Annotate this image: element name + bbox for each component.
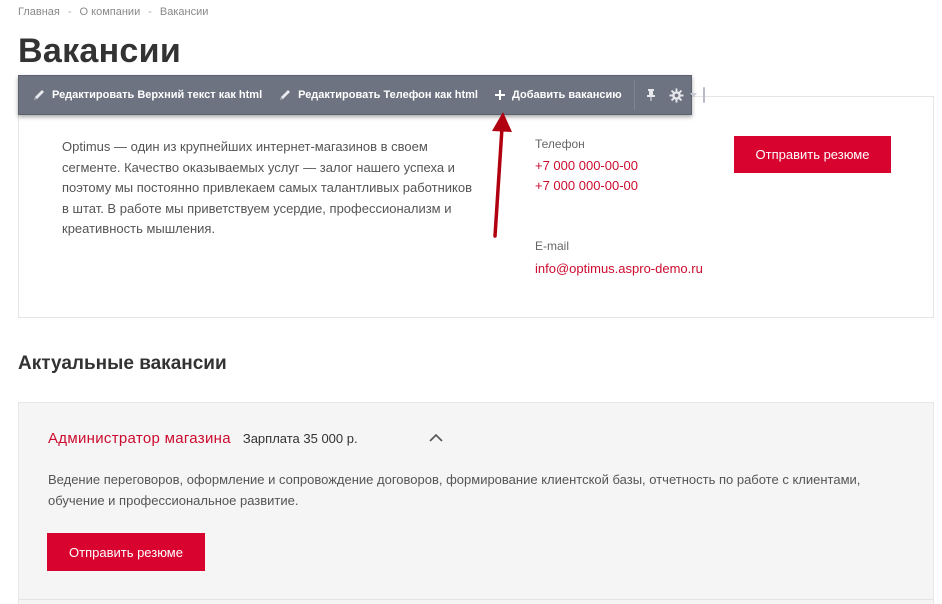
vacancy-send-resume-button[interactable]: Отправить резюме [47,533,205,571]
vacancy-card: Администратор магазина Зарплата 35 000 р… [18,402,934,604]
email-label: E-mail [535,239,570,253]
vacancy-title[interactable]: Администратор магазина [48,430,231,447]
pencil-icon [34,90,44,100]
divider [19,599,933,600]
phone-link-1[interactable]: +7 000 000-00-00 [535,158,638,173]
dropdown-caret-icon [689,93,697,97]
edit-top-text-button[interactable]: Редактировать Верхний текст как html [22,76,270,114]
pin-icon [646,89,655,101]
chevron-up-icon[interactable] [429,433,443,442]
add-vacancy-button[interactable]: Добавить вакансию [486,76,630,114]
phone-link-2[interactable]: +7 000 000-00-00 [535,178,638,193]
edit-phone-label: Редактировать Телефон как html [298,89,478,101]
vacancy-salary: Зарплата 35 000 р. [242,431,358,446]
breadcrumb-separator: - [148,6,152,18]
breadcrumb-home[interactable]: Главная [18,6,60,18]
company-info-block: Optimus — один из крупнейших интернет-ма… [18,96,934,318]
pin-button[interactable] [639,76,663,114]
send-resume-button[interactable]: Отправить резюме [734,136,891,173]
pencil-icon [280,90,291,100]
company-description: Optimus — один из крупнейших интернет-ма… [62,139,472,236]
vacancy-header: Администратор магазина Зарплата 35 000 р… [48,430,358,447]
add-vacancy-label: Добавить вакансию [512,89,622,101]
phone-label: Телефон [535,137,585,151]
breadcrumb-about[interactable]: О компании [80,6,141,18]
edit-phone-button[interactable]: Редактировать Телефон как html [270,76,486,114]
gear-icon [669,87,684,103]
vacancy-description: Ведение переговоров, оформление и сопров… [48,472,861,508]
section-title: Актуальные вакансии [18,353,227,374]
page-title: Вакансии [18,32,182,70]
email-link[interactable]: info@optimus.aspro-demo.ru [535,261,703,276]
breadcrumb: Главная - О компании - Вакансии [18,6,208,18]
toolbar-resize-handle[interactable] [702,87,705,103]
edit-top-text-label: Редактировать Верхний текст как html [52,89,263,101]
admin-edit-toolbar: Редактировать Верхний текст как html Ред… [18,75,705,115]
settings-menu-button[interactable] [663,76,703,114]
plus-icon [495,90,505,100]
breadcrumb-separator: - [67,6,72,18]
breadcrumb-current: Вакансии [159,6,209,18]
toolbar-divider [633,80,635,110]
